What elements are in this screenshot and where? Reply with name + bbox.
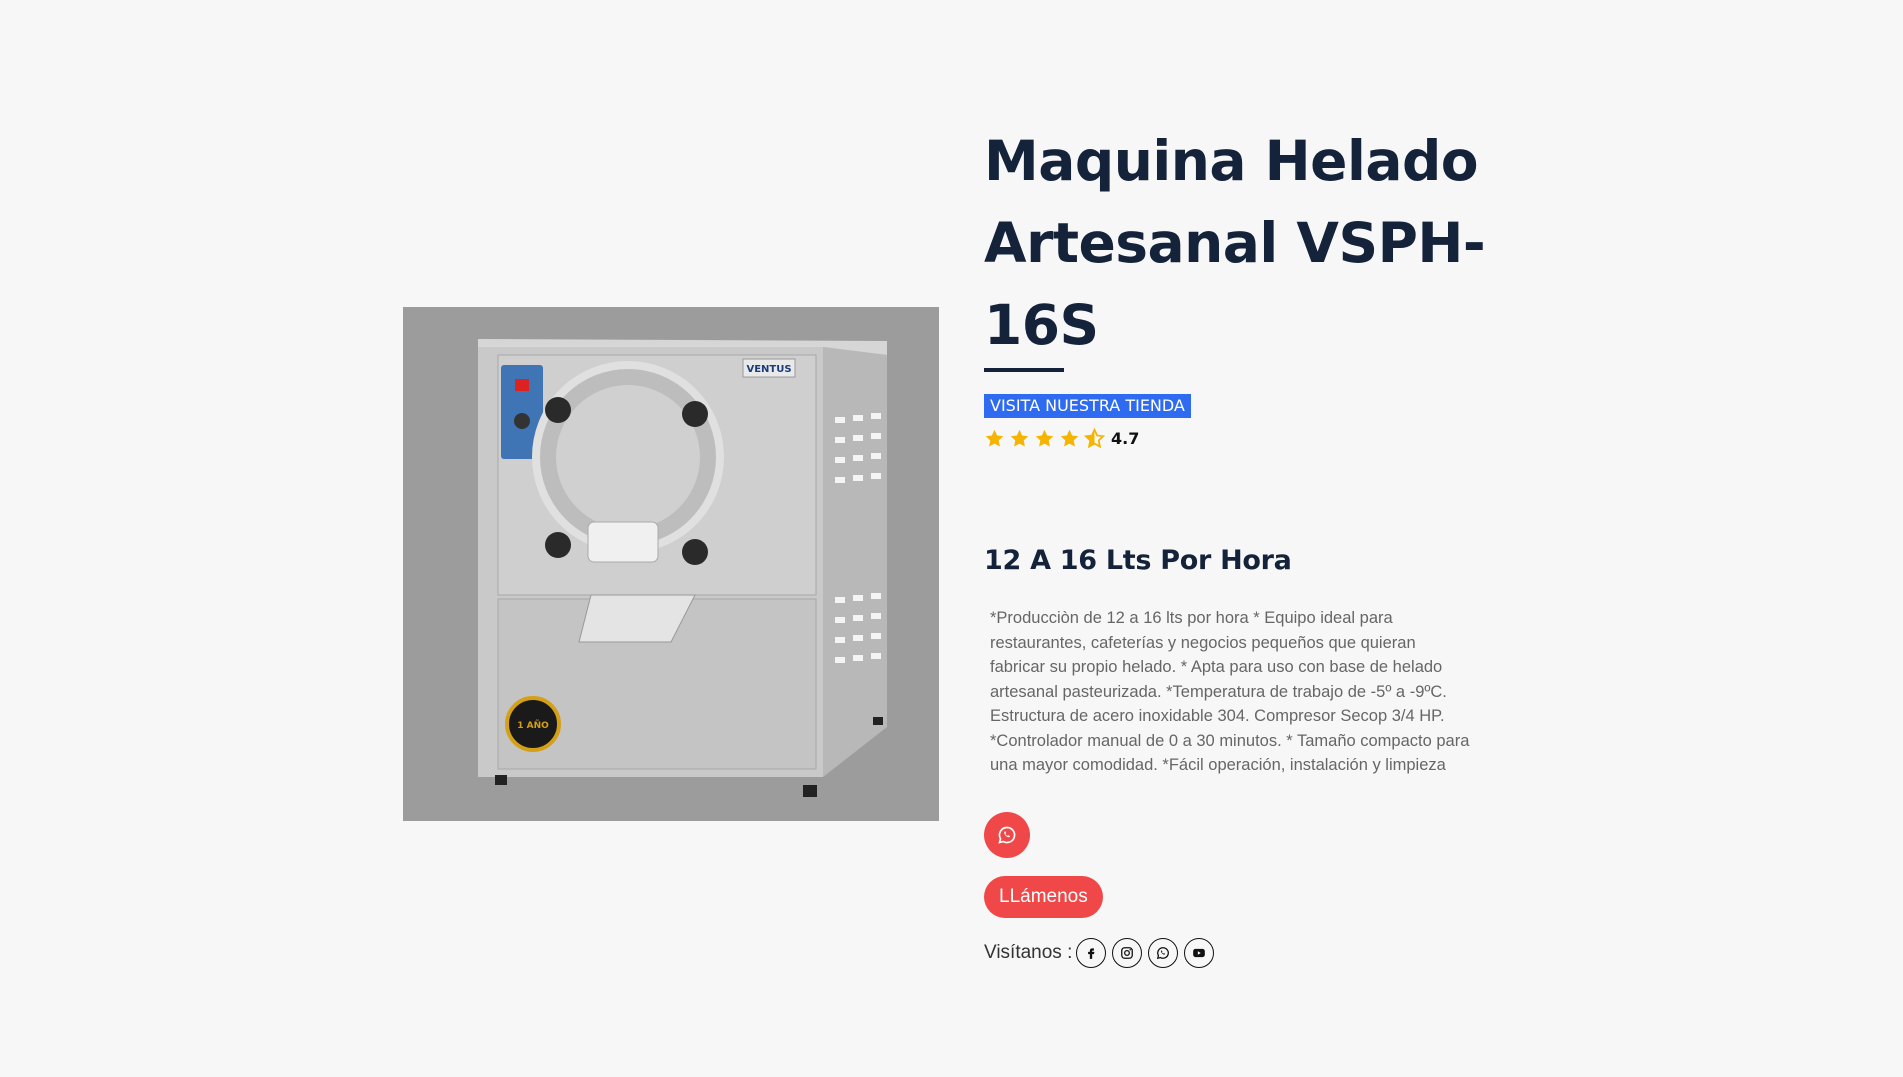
star-icon — [1035, 429, 1054, 447]
youtube-link[interactable] — [1184, 937, 1215, 968]
product-image: VENTUS 1 AÑO — [403, 307, 939, 821]
whatsapp-button[interactable] — [984, 811, 1030, 858]
youtube-icon — [1193, 948, 1206, 957]
whatsapp-icon — [1157, 946, 1170, 959]
product-description: *Producciòn de 12 a 16 lts por hora * Eq… — [990, 609, 1470, 774]
product-subtitle: 12 A 16 Lts Por Hora — [984, 545, 1292, 576]
star-icon — [985, 429, 1004, 447]
svg-text:VENTUS: VENTUS — [746, 364, 791, 375]
svg-text:1 AÑO: 1 AÑO — [517, 720, 549, 731]
social-links: Visítanos : — [984, 937, 1504, 968]
visit-label: Visítanos : — [984, 941, 1073, 963]
facebook-link[interactable] — [1076, 937, 1107, 968]
title-underline — [984, 368, 1064, 372]
rating-value: 4.7 — [1111, 428, 1140, 448]
whatsapp-link[interactable] — [1148, 937, 1179, 968]
star-icon — [1060, 429, 1079, 447]
facebook-icon — [1088, 947, 1095, 959]
rating: 4.7 — [984, 427, 1504, 449]
visit-store-link[interactable]: VISITA NUESTRA TIENDA — [984, 394, 1191, 418]
whatsapp-icon — [998, 826, 1016, 844]
star-icon — [1010, 429, 1029, 447]
ice-cream-machine-illustration: VENTUS 1 AÑO — [403, 307, 939, 821]
call-us-button[interactable]: LLámenos — [984, 875, 1103, 918]
instagram-icon — [1121, 946, 1134, 959]
half-star-icon — [1084, 427, 1105, 448]
product-title: Maquina Helado Artesanal VSPH-16S — [984, 129, 1486, 357]
instagram-link[interactable] — [1112, 937, 1143, 968]
product-info: Maquina Helado Artesanal VSPH-16S VISITA… — [984, 120, 1504, 968]
